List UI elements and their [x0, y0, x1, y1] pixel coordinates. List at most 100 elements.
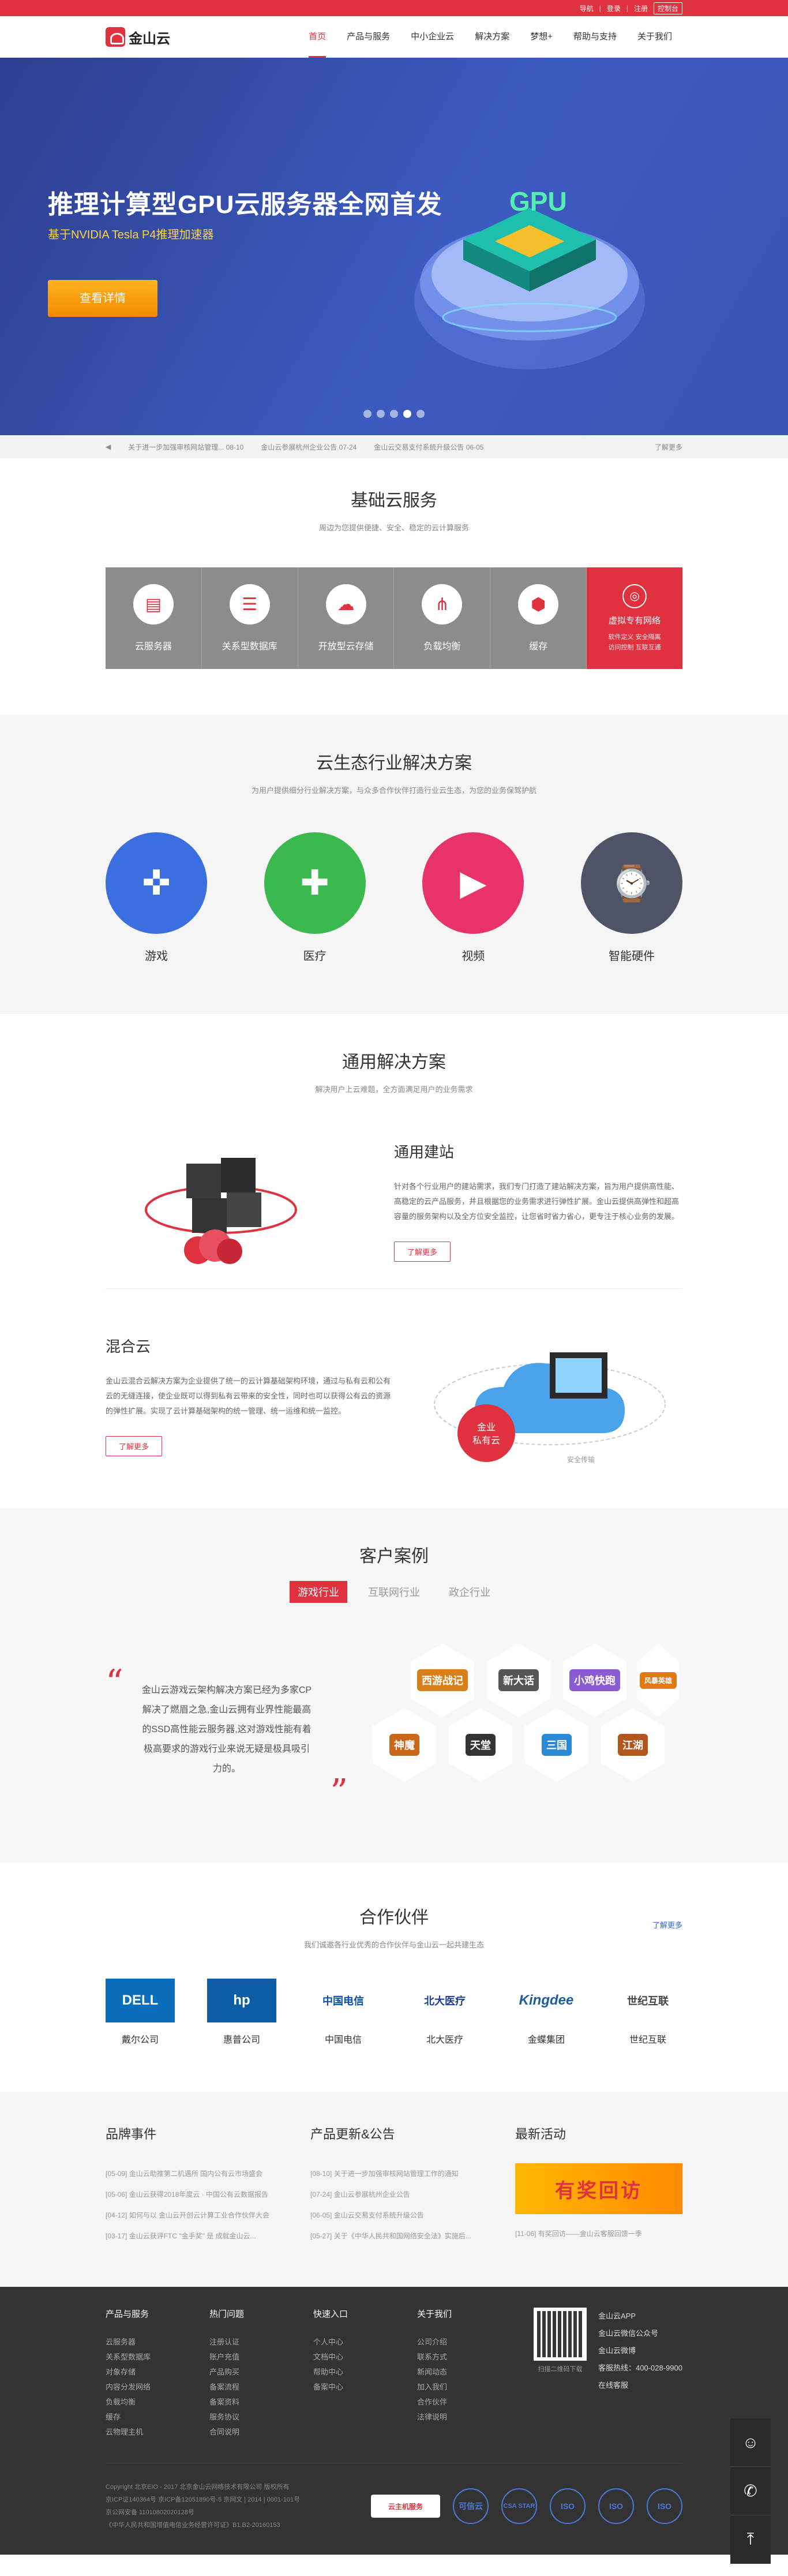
footer-link[interactable]: 文档中心 [313, 2350, 417, 2365]
trusted-cloud-badge[interactable]: 可信云 [453, 2488, 489, 2524]
view-details-button[interactable]: 查看详情 [48, 280, 157, 317]
weibo-link[interactable]: 金山云微博 [598, 2342, 682, 2360]
carousel-dot[interactable] [390, 410, 398, 418]
service-rds[interactable]: ☰ 关系型数据库 [201, 567, 298, 669]
footer-link[interactable]: 法律说明 [417, 2410, 521, 2425]
footer-link[interactable]: 云服务器 [106, 2335, 209, 2350]
game-logo[interactable]: 天堂 [448, 1708, 513, 1782]
footer-link[interactable]: 帮助中心 [313, 2365, 417, 2380]
news-item[interactable]: [07-24] 金山云参展杭州企业公告 [310, 2184, 478, 2205]
partner-hp[interactable]: hp 惠普公司 [207, 1979, 276, 2046]
solution-video[interactable]: ▶ 视频 [422, 832, 524, 963]
nav-products[interactable]: 产品与服务 [336, 16, 400, 58]
carousel-dot[interactable] [363, 410, 372, 418]
footer-link[interactable]: 备案流程 [209, 2380, 313, 2395]
news-item[interactable]: [05-27] 关于《中华人民共和国网络安全法》实施后... [310, 2226, 478, 2246]
partner-dell[interactable]: DELL 戴尔公司 [106, 1979, 175, 2046]
footer-link[interactable]: 合同说明 [209, 2425, 313, 2440]
solution-smart-hardware[interactable]: ⌚ 智能硬件 [580, 832, 682, 963]
service-storage[interactable]: ☁ 开放型云存储 [298, 567, 395, 669]
site-learn-more-button[interactable]: 了解更多 [394, 1242, 451, 1262]
csa-star-badge[interactable]: CSA STAR [501, 2488, 537, 2524]
footer-link[interactable]: 云物理主机 [106, 2425, 209, 2440]
carousel-dot-active[interactable] [403, 410, 411, 418]
carousel-dot[interactable] [377, 410, 385, 418]
logo[interactable]: 金山云 [106, 27, 244, 47]
news-item[interactable]: [08-10] 关于进一步加强审核网站管理工作的通知 [310, 2163, 478, 2184]
footer-link[interactable]: 联系方式 [417, 2350, 521, 2365]
news-item[interactable]: [06-05] 金山云交易支付系统升级公告 [310, 2205, 478, 2226]
phone-icon[interactable]: ✆ [730, 2467, 771, 2515]
partner-china-telecom[interactable]: 中国电信 中国电信 [309, 1979, 378, 2046]
game-logo[interactable]: 风暴英雄 [637, 1643, 680, 1717]
news-item[interactable]: [05-06] 金山云获得2018年度云 · 中国公有云数据报告 [106, 2184, 273, 2205]
footer-link[interactable]: 备案中心 [313, 2380, 417, 2395]
footer-link[interactable]: 公司介绍 [417, 2335, 521, 2350]
service-vpc[interactable]: ◎ 虚拟专有网络 软件定义 安全隔离 访问控制 互联互通 [587, 567, 682, 669]
hero-banner[interactable]: 推理计算型GPU云服务器全网首发 基于NVIDIA Tesla P4推理加速器 … [0, 58, 788, 435]
footer-link[interactable]: 账户充值 [209, 2350, 313, 2365]
iso-badge[interactable]: ISO [550, 2488, 586, 2524]
wechat-link[interactable]: 金山云微信公众号 [598, 2325, 682, 2342]
service-load-balancer[interactable]: ⋔ 负载均衡 [394, 567, 491, 669]
tab-internet[interactable]: 互联网行业 [360, 1581, 428, 1603]
tab-game[interactable]: 游戏行业 [290, 1581, 347, 1603]
nav-dream-plus[interactable]: 梦想+ [520, 16, 563, 58]
promo-banner[interactable]: 有奖回访 [515, 2163, 682, 2214]
footer-link[interactable]: 备案资料 [209, 2395, 313, 2410]
carousel-dot[interactable] [416, 410, 425, 418]
footer-link[interactable]: 内容分发网络 [106, 2380, 209, 2395]
nav-link-guide[interactable]: 导航 [580, 3, 594, 13]
service-cloud-server[interactable]: ▤ 云服务器 [106, 567, 202, 669]
hybrid-learn-more-button[interactable]: 了解更多 [106, 1436, 163, 1456]
nav-solutions[interactable]: 解决方案 [464, 16, 520, 58]
footer-link[interactable]: 关系型数据库 [106, 2350, 209, 2365]
console-button[interactable]: 控制台 [653, 2, 682, 14]
service-cache[interactable]: ⬢ 缓存 [490, 567, 587, 669]
register-link[interactable]: 注册 [634, 3, 648, 13]
nav-help[interactable]: 帮助与支持 [563, 16, 627, 58]
partners-more-link[interactable]: 了解更多 [652, 1919, 682, 1930]
footer-link[interactable]: 产品购买 [209, 2365, 313, 2380]
login-link[interactable]: 登录 [607, 3, 621, 13]
footer-link[interactable]: 个人中心 [313, 2335, 417, 2350]
game-logo[interactable]: 神魔 [372, 1708, 437, 1782]
customer-service-icon[interactable]: ☺ [730, 2418, 771, 2467]
online-service-link[interactable]: 在线客服 [598, 2377, 682, 2394]
game-logo[interactable]: 江湖 [601, 1708, 665, 1782]
footer-link[interactable]: 合作伙伴 [417, 2395, 521, 2410]
partner-pku-healthcare[interactable]: 北大医疗 北大医疗 [410, 1979, 479, 2046]
partner-21vianet[interactable]: 世纪互联 世纪互联 [613, 1979, 682, 2046]
back-to-top-icon[interactable]: ⤒ [730, 2515, 771, 2564]
footer-link[interactable]: 新闻动态 [417, 2365, 521, 2380]
notice-item[interactable]: 关于进一步加强审核网站管理... 08-10 [128, 442, 243, 452]
footer-link[interactable]: 对象存储 [106, 2365, 209, 2380]
news-item[interactable]: [03-17] 金山云获评FTC "金手奖" 是 成就金山云... [106, 2226, 273, 2246]
news-item[interactable]: [11-06] 有奖回访——金山云客服回馈一季 [515, 2223, 682, 2244]
solution-game[interactable]: ✜ 游戏 [106, 832, 207, 963]
game-logo[interactable]: 新大话 [486, 1643, 551, 1717]
game-logo[interactable]: 小鸡快跑 [562, 1643, 627, 1717]
notice-item[interactable]: 金山云参展杭州企业公告 07-24 [261, 442, 357, 452]
iso-badge[interactable]: ISO [647, 2488, 682, 2524]
cloud-host-cert-badge[interactable]: 云主机服务 [371, 2495, 440, 2518]
footer-link[interactable]: 服务协议 [209, 2410, 313, 2425]
footer-link[interactable]: 注册认证 [209, 2335, 313, 2350]
footer-link[interactable]: 加入我们 [417, 2380, 521, 2395]
footer-link[interactable]: 负载均衡 [106, 2395, 209, 2410]
nav-about[interactable]: 关于我们 [627, 16, 682, 58]
solution-medical[interactable]: ✚ 医疗 [264, 832, 366, 963]
partner-kingdee[interactable]: Kingdee 金蝶集团 [512, 1979, 581, 2046]
game-logo[interactable]: 三国 [524, 1708, 589, 1782]
notice-more-link[interactable]: 了解更多 [655, 442, 682, 452]
footer-link[interactable]: 缓存 [106, 2410, 209, 2425]
tab-government[interactable]: 政企行业 [441, 1581, 498, 1603]
app-link[interactable]: 金山云APP [598, 2308, 682, 2325]
notice-item[interactable]: 金山云交易支付系统升级公告 06-05 [374, 442, 483, 452]
nav-sme-cloud[interactable]: 中小企业云 [400, 16, 464, 58]
news-item[interactable]: [04-12] 如何与以 金山云开创云计算工业合作伙伴大会 [106, 2205, 273, 2226]
nav-home[interactable]: 首页 [298, 16, 336, 58]
game-logo[interactable]: 西游战记 [410, 1643, 475, 1717]
iso-badge[interactable]: ISO [598, 2488, 634, 2524]
news-item[interactable]: [05-09] 金山云助推第二机遇所 国内公有云市场盛会 [106, 2163, 273, 2184]
